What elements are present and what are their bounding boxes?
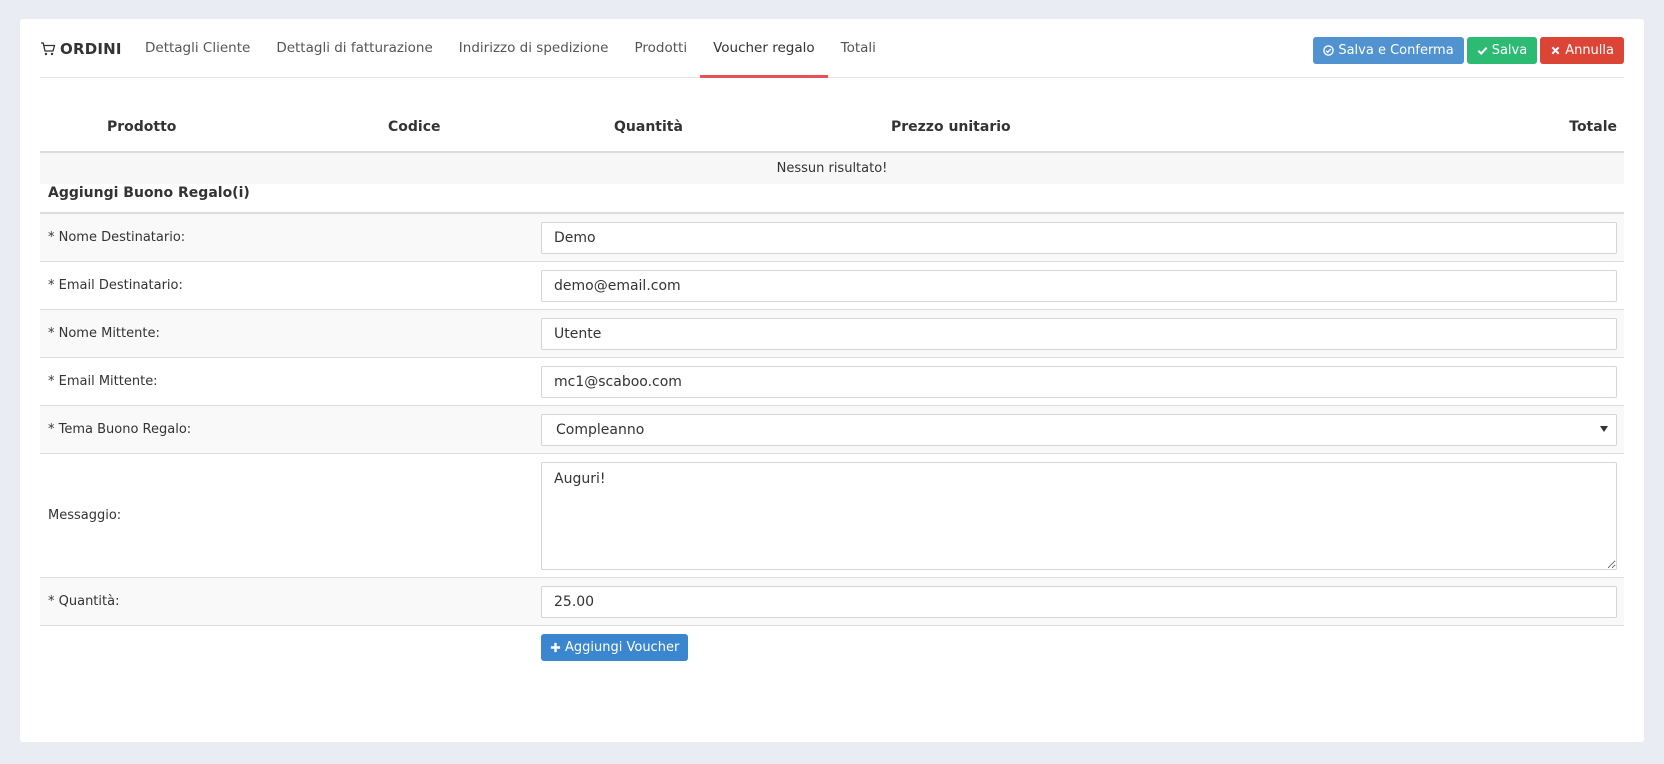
amount-label: * Quantità: <box>48 594 120 609</box>
form-row-to-email: * Email Destinatario: <box>40 262 1624 310</box>
cancel-button[interactable]: Annulla <box>1540 37 1624 64</box>
from-name-input[interactable] <box>541 318 1617 350</box>
column-header-prodotto: Prodotto <box>107 119 177 135</box>
cancel-label: Annulla <box>1565 43 1614 58</box>
tab-prodotti[interactable]: Prodotti <box>621 19 700 77</box>
to-name-input[interactable] <box>541 222 1617 254</box>
close-icon <box>1551 46 1560 55</box>
amount-input[interactable] <box>541 586 1617 618</box>
from-email-label: * Email Mittente: <box>48 374 158 389</box>
plus-icon <box>550 642 561 653</box>
section-title: Aggiungi Buono Regalo(i) <box>48 185 250 201</box>
theme-select[interactable]: Compleanno <box>541 414 1617 446</box>
form-row-to-name: * Nome Destinatario: <box>40 214 1624 262</box>
message-textarea[interactable]: Auguri! <box>541 462 1617 570</box>
header-bar: ORDINI Dettagli Cliente Dettagli di fatt… <box>40 19 1624 78</box>
form-row-message: Messaggio: Auguri! <box>40 454 1624 578</box>
theme-label: * Tema Buono Regalo: <box>48 422 192 437</box>
add-voucher-label: Aggiungi Voucher <box>565 640 680 655</box>
check-circle-icon <box>1323 45 1335 56</box>
tab-bar: Dettagli Cliente Dettagli di fatturazion… <box>132 19 889 78</box>
voucher-form: * Nome Destinatario: * Email Destinatari… <box>40 212 1624 674</box>
tab-dettagli-fatturazione[interactable]: Dettagli di fatturazione <box>263 19 445 77</box>
form-row-from-name: * Nome Mittente: <box>40 310 1624 358</box>
to-email-label: * Email Destinatario: <box>48 278 183 293</box>
from-name-label: * Nome Mittente: <box>48 326 160 341</box>
tab-voucher-regalo[interactable]: Voucher regalo <box>700 19 828 78</box>
page-title: ORDINI <box>40 39 122 59</box>
column-header-codice: Codice <box>388 119 441 135</box>
save-button[interactable]: Salva <box>1466 37 1538 64</box>
empty-result-message: Nessun risultato! <box>40 153 1624 184</box>
from-email-input[interactable] <box>541 366 1617 398</box>
action-buttons: Salva e Conferma Salva Annulla <box>1313 37 1624 64</box>
save-confirm-button[interactable]: Salva e Conferma <box>1313 37 1464 64</box>
save-confirm-label: Salva e Conferma <box>1338 43 1454 58</box>
tab-totali[interactable]: Totali <box>828 19 889 77</box>
save-label: Salva <box>1491 43 1528 58</box>
column-header-prezzo-unitario: Prezzo unitario <box>891 119 1011 135</box>
tab-dettagli-cliente[interactable]: Dettagli Cliente <box>132 19 263 77</box>
form-row-theme: * Tema Buono Regalo: Compleanno <box>40 406 1624 454</box>
form-row-from-email: * Email Mittente: <box>40 358 1624 406</box>
orders-panel: ORDINI Dettagli Cliente Dettagli di fatt… <box>20 19 1644 742</box>
to-email-input[interactable] <box>541 270 1617 302</box>
products-table: Prodotto Codice Quantità Prezzo unitario… <box>40 94 1624 184</box>
shopping-cart-icon <box>41 42 56 56</box>
form-row-add: Aggiungi Voucher <box>40 626 1624 674</box>
column-header-quantita: Quantità <box>614 119 683 135</box>
table-header: Prodotto Codice Quantità Prezzo unitario… <box>40 94 1624 153</box>
check-icon <box>1477 47 1488 55</box>
add-voucher-button[interactable]: Aggiungi Voucher <box>541 634 689 661</box>
form-row-amount: * Quantità: <box>40 578 1624 626</box>
column-header-totale: Totale <box>1569 119 1617 135</box>
page-title-text: ORDINI <box>60 40 122 58</box>
to-name-label: * Nome Destinatario: <box>48 230 186 245</box>
tab-indirizzo-spedizione[interactable]: Indirizzo di spedizione <box>446 19 622 77</box>
message-label: Messaggio: <box>48 508 122 523</box>
